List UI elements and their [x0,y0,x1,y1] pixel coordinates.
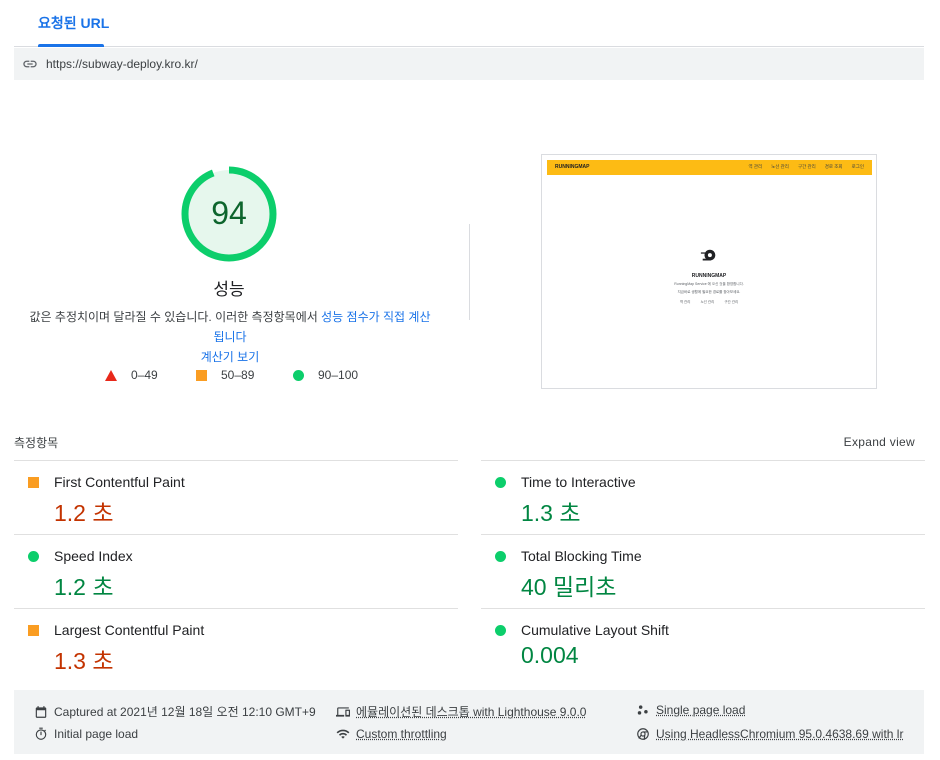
screenshot-nav-item: 역 관리 [748,164,763,169]
throttling-text: Custom throttling [356,727,447,741]
metrics-header: 측정항목 [14,436,59,450]
square-icon [28,625,39,636]
emulated-device[interactable]: 에뮬레이션된 데스크톱 with Lighthouse 9.0.0 [336,703,586,720]
metric-total-blocking-time: Total Blocking Time 40 밀리초 [481,534,925,608]
metric-speed-index: Speed Index 1.2 초 [14,534,458,608]
runtime-settings: Captured at 2021년 12월 18일 오전 12:10 GMT+9… [14,690,924,754]
metric-largest-contentful-paint: Largest Contentful Paint 1.3 초 [14,608,458,682]
legend-fail-range: 0–49 [131,368,158,382]
divider [469,224,470,320]
single-page-text: Single page load [656,703,746,717]
screenshot-logo: RUNNINGMAP [555,164,590,170]
metric-label: Largest Contentful Paint [54,622,205,638]
chrome-icon [637,728,649,740]
legend-fail: 0–49 [105,368,158,382]
square-icon [28,477,39,488]
screenshot-line: 지금바로 생활에 필요한 경로를 찾아보세요. [677,290,741,294]
metric-first-contentful-paint: First Contentful Paint 1.2 초 [14,460,458,534]
metric-value: 1.2 초 [54,574,114,600]
legend-average-range: 50–89 [221,368,255,382]
initial-load-text: Initial page load [54,727,139,741]
screenshot-nav: 역 관리 노선 관리 구간 관리 경로 조회 로그인 [739,164,864,170]
metric-value: 40 밀리초 [521,574,617,600]
circle-icon [293,369,304,381]
captured-text: Captured at 2021년 12월 18일 오전 12:10 GMT+9 [54,705,316,719]
metric-label: First Contentful Paint [54,474,185,490]
screenshot-nav-item: 로그인 [851,164,864,169]
metric-value: 1.3 초 [521,500,581,526]
single-page-load[interactable]: Single page load [636,703,745,717]
calculator-link[interactable]: 계산기 보기 [201,350,260,364]
legend-average: 50–89 [196,368,254,382]
circle-icon [495,551,506,562]
legend-pass-range: 90–100 [318,368,359,382]
devices-icon [336,706,350,717]
square-icon [196,369,207,381]
metric-label: Time to Interactive [521,474,636,490]
screenshot-nav-item: 구간 관리 [797,164,816,169]
metrics-column-right: Time to Interactive 1.3 초 Total Blocking… [481,460,925,682]
throttling[interactable]: Custom throttling [336,727,447,741]
metric-time-to-interactive: Time to Interactive 1.3 초 [481,460,925,534]
tab-active-indicator [38,44,104,47]
metric-value: 1.2 초 [54,500,114,526]
tab-bar: 요청된 URL [14,0,924,47]
metric-value: 0.004 [521,642,579,668]
initial-load: Initial page load [34,727,138,741]
circle-icon [495,477,506,488]
captured-at: Captured at 2021년 12월 18일 오전 12:10 GMT+9 [34,703,316,720]
screenshot-hero: RUNNINGMAP RunningMap Service 에 오신 것을 환영… [542,247,876,305]
timer-icon [35,727,47,740]
score-description: 값은 추정치이며 달라질 수 있습니다. 이러한 측정항목에서 성능 점수가 직… [24,307,436,367]
description-text: 값은 추정치이며 달라질 수 있습니다. 이러한 측정항목에서 [29,310,322,324]
tab-requested-url[interactable]: 요청된 URL [38,13,109,33]
triangle-icon [105,369,117,381]
final-screenshot[interactable]: RUNNINGMAP 역 관리 노선 관리 구간 관리 경로 조회 로그인 RUNNIN… [541,154,877,389]
screenshot-header-bar: RUNNINGMAP 역 관리 노선 관리 구간 관리 경로 조회 로그인 [547,160,872,175]
screenshot-line: RunningMap Service 에 오신 것을 환영합니다. [674,282,744,286]
runner-logo-icon [700,249,716,261]
url-text: https://subway-deploy.kro.kr/ [46,57,198,71]
expand-view-button[interactable]: Expand view [844,435,915,449]
score-value: 94 [211,195,247,231]
circle-icon [495,625,506,636]
metric-label: Speed Index [54,548,133,564]
circle-icon [28,551,39,562]
metric-cumulative-layout-shift: Cumulative Layout Shift 0.004 [481,608,925,682]
metric-label: Total Blocking Time [521,548,642,564]
screenshot-nav-item: 노선 관리 [771,164,789,169]
screenshot-nav-item: 경로 조회 [824,164,843,169]
metrics-column-left: First Contentful Paint 1.2 초 Speed Index… [14,460,458,682]
browser-text: Using HeadlessChromium 95.0.4638.69 with… [656,727,904,741]
browser-info[interactable]: Using HeadlessChromium 95.0.4638.69 with… [636,727,903,741]
metric-value: 1.3 초 [54,648,114,674]
emulated-text: 에뮬레이션된 데스크톱 with Lighthouse 9.0.0 [356,705,587,719]
screenshot-brand: RUNNINGMAP [691,273,727,279]
metric-label: Cumulative Layout Shift [521,622,669,638]
calendar-icon [35,705,47,718]
wifi-icon [336,729,350,739]
screenshot-links: 역 관리 노선 관리 구간 관리 [542,300,876,305]
legend-pass: 90–100 [293,368,358,382]
screenshot-link: 역 관리 [679,300,691,304]
category-title: 성능 [213,280,245,299]
link-icon [23,60,37,68]
screenshot-link: 구간 관리 [724,300,739,304]
screenshot-link: 노선 관리 [700,300,715,304]
url-bar: https://subway-deploy.kro.kr/ [14,48,924,80]
nodes-icon [637,705,648,715]
